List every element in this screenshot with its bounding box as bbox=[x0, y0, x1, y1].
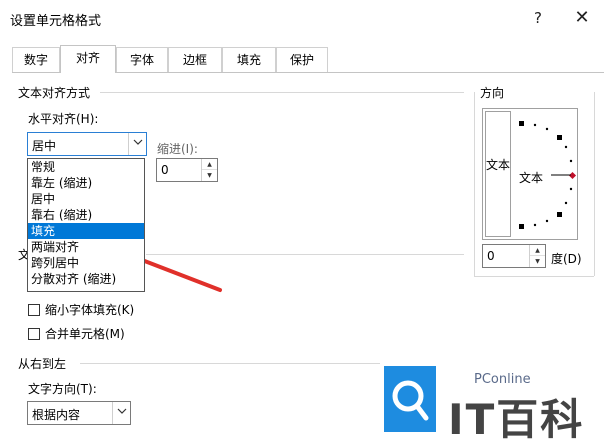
help-button[interactable]: ? bbox=[526, 6, 550, 30]
degrees-spinner[interactable]: 0 ▲ ▼ bbox=[482, 244, 546, 268]
vertical-text-label: 文本 bbox=[486, 158, 511, 172]
degrees-label: 度(D) bbox=[551, 252, 582, 266]
section-divider bbox=[474, 92, 475, 276]
dial-marker bbox=[557, 212, 562, 217]
list-item[interactable]: 两端对齐 bbox=[28, 239, 144, 255]
dial-tick bbox=[569, 159, 573, 163]
horizontal-align-dropdown-list: 常规 靠左 (缩进) 居中 靠右 (缩进) 填充 两端对齐 跨列居中 分散对齐 … bbox=[27, 158, 145, 292]
section-divider bbox=[100, 92, 464, 93]
spinner-buttons: ▲ ▼ bbox=[529, 245, 545, 267]
logo-square-icon bbox=[384, 366, 436, 432]
merge-checkbox[interactable] bbox=[28, 328, 40, 340]
dial-tick bbox=[569, 187, 573, 191]
list-item[interactable]: 分散对齐 (缩进) bbox=[28, 271, 144, 287]
tab-font[interactable]: 字体 bbox=[116, 47, 168, 72]
indent-spinner[interactable]: 0 ▲ ▼ bbox=[156, 158, 218, 182]
spin-up-icon[interactable]: ▲ bbox=[202, 159, 217, 170]
indent-value: 0 bbox=[161, 163, 169, 177]
merge-cells-option[interactable]: 合并单元格(M) bbox=[28, 325, 125, 342]
text-direction-label: 文字方向(T): bbox=[28, 382, 97, 396]
spin-down-icon[interactable]: ▼ bbox=[202, 170, 217, 181]
dial-marker bbox=[519, 224, 524, 229]
format-cells-dialog: 设置单元格格式 ? ✕ 数字 对齐 字体 边框 填充 保护 文本对齐方式 水平对… bbox=[0, 0, 606, 444]
list-item[interactable]: 靠左 (缩进) bbox=[28, 175, 144, 191]
text-alignment-heading: 文本对齐方式 bbox=[18, 84, 95, 101]
shrink-to-fit-option[interactable]: 缩小字体填充(K) bbox=[28, 301, 134, 318]
list-item[interactable]: 常规 bbox=[28, 159, 144, 175]
list-item-selected[interactable]: 填充 bbox=[28, 223, 144, 239]
merge-label: 合并单元格(M) bbox=[45, 327, 125, 341]
list-item[interactable]: 居中 bbox=[28, 191, 144, 207]
dial-tick bbox=[564, 145, 568, 149]
spin-down-icon[interactable]: ▼ bbox=[530, 256, 545, 267]
tab-protection[interactable]: 保护 bbox=[276, 47, 328, 72]
dial-marker bbox=[557, 135, 562, 140]
list-item[interactable]: 跨列居中 bbox=[28, 255, 144, 271]
dialog-title: 设置单元格格式 bbox=[10, 14, 102, 29]
tab-number[interactable]: 数字 bbox=[12, 47, 60, 72]
dial-tick bbox=[533, 123, 537, 127]
degrees-value: 0 bbox=[487, 249, 495, 263]
horizontal-align-value: 居中 bbox=[32, 139, 57, 153]
tab-border[interactable]: 边框 bbox=[168, 47, 222, 72]
chevron-down-icon[interactable] bbox=[128, 133, 146, 155]
tab-fill[interactable]: 填充 bbox=[222, 47, 276, 72]
dial-tick bbox=[533, 223, 537, 227]
text-direction-value: 根据内容 bbox=[32, 408, 81, 422]
dial-text: 文本 bbox=[519, 171, 544, 185]
watermark-small-text: PConline bbox=[474, 372, 531, 387]
chevron-down-icon[interactable] bbox=[112, 402, 130, 424]
watermark-big-text: IT百科 bbox=[448, 395, 585, 444]
watermark-logo: PConline IT百科 bbox=[384, 366, 606, 444]
rtl-heading: 从右到左 bbox=[18, 355, 71, 372]
section-divider bbox=[594, 92, 595, 276]
text-direction-select[interactable]: 根据内容 bbox=[27, 401, 131, 425]
shrink-checkbox[interactable] bbox=[28, 304, 40, 316]
orientation-heading: 方向 bbox=[480, 84, 509, 101]
tab-alignment[interactable]: 对齐 bbox=[60, 45, 116, 73]
title-bar: 设置单元格格式 ? ✕ bbox=[0, 0, 606, 36]
orientation-control[interactable]: 文本 文本 bbox=[482, 108, 578, 240]
list-item[interactable]: 靠右 (缩进) bbox=[28, 207, 144, 223]
dial-tick bbox=[564, 201, 568, 205]
indent-label: 缩进(I): bbox=[157, 142, 198, 156]
horizontal-align-select[interactable]: 居中 bbox=[27, 132, 147, 156]
dial-marker bbox=[519, 121, 524, 126]
dial-tick bbox=[545, 219, 549, 223]
section-divider bbox=[80, 363, 380, 364]
spinner-buttons: ▲ ▼ bbox=[201, 159, 217, 181]
section-divider bbox=[474, 276, 594, 277]
horizontal-align-label: 水平对齐(H): bbox=[28, 112, 99, 126]
shrink-label: 缩小字体填充(K) bbox=[45, 303, 135, 317]
dial-tick bbox=[545, 127, 549, 131]
close-button[interactable]: ✕ bbox=[570, 6, 594, 30]
vertical-text-button[interactable]: 文本 bbox=[485, 111, 511, 237]
spin-up-icon[interactable]: ▲ bbox=[530, 245, 545, 256]
